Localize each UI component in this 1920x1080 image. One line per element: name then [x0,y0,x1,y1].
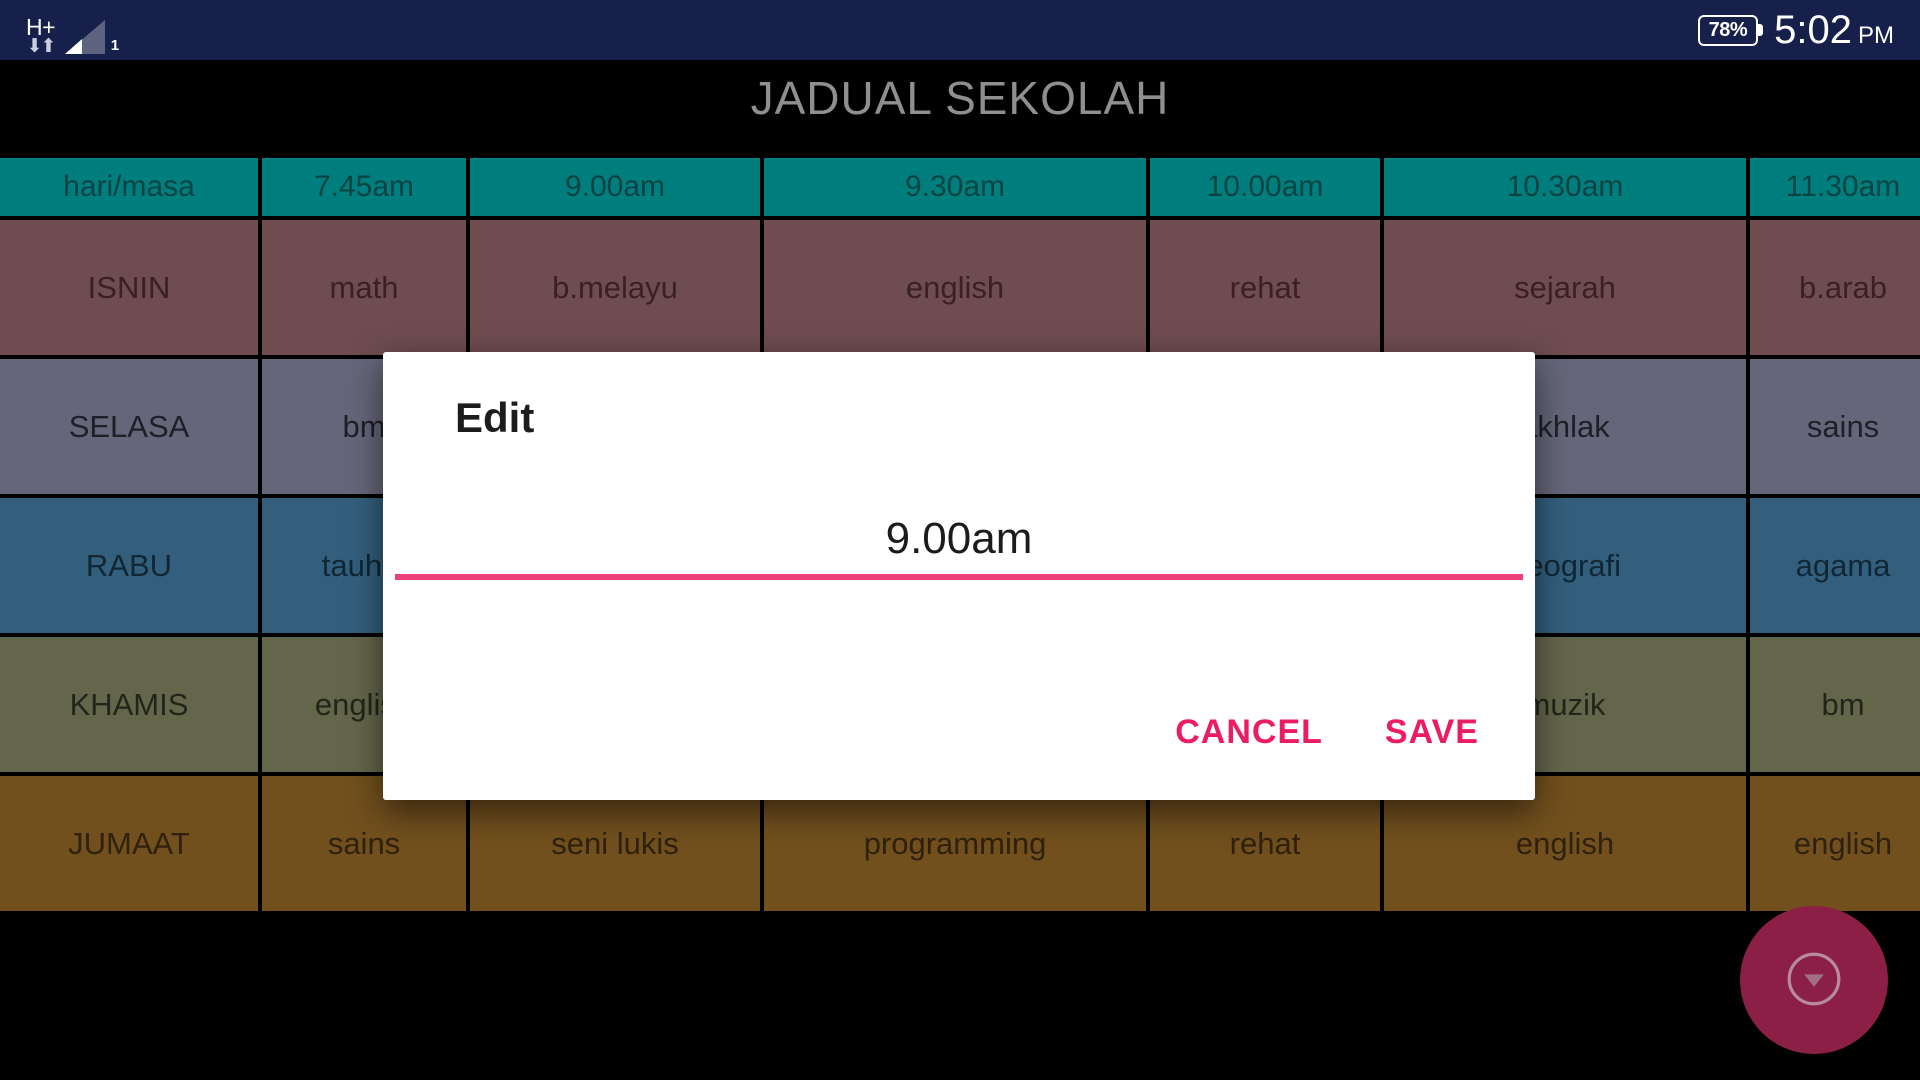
edit-input-container [395,514,1523,580]
dialog-title: Edit [455,394,535,441]
input-underline [395,574,1523,580]
dialog-scrim: Edit CANCEL SAVE [0,0,1920,1080]
save-button[interactable]: SAVE [1385,713,1479,752]
app-screen: H+ ⬇⬆ 1 78% 5:02 PM JADUAL SEKOLAH hari/… [0,0,1920,1080]
edit-value-input[interactable] [395,514,1523,574]
edit-dialog: Edit CANCEL SAVE [383,352,1535,800]
cancel-button[interactable]: CANCEL [1175,713,1323,752]
dialog-action-bar: CANCEL SAVE [1175,713,1479,752]
